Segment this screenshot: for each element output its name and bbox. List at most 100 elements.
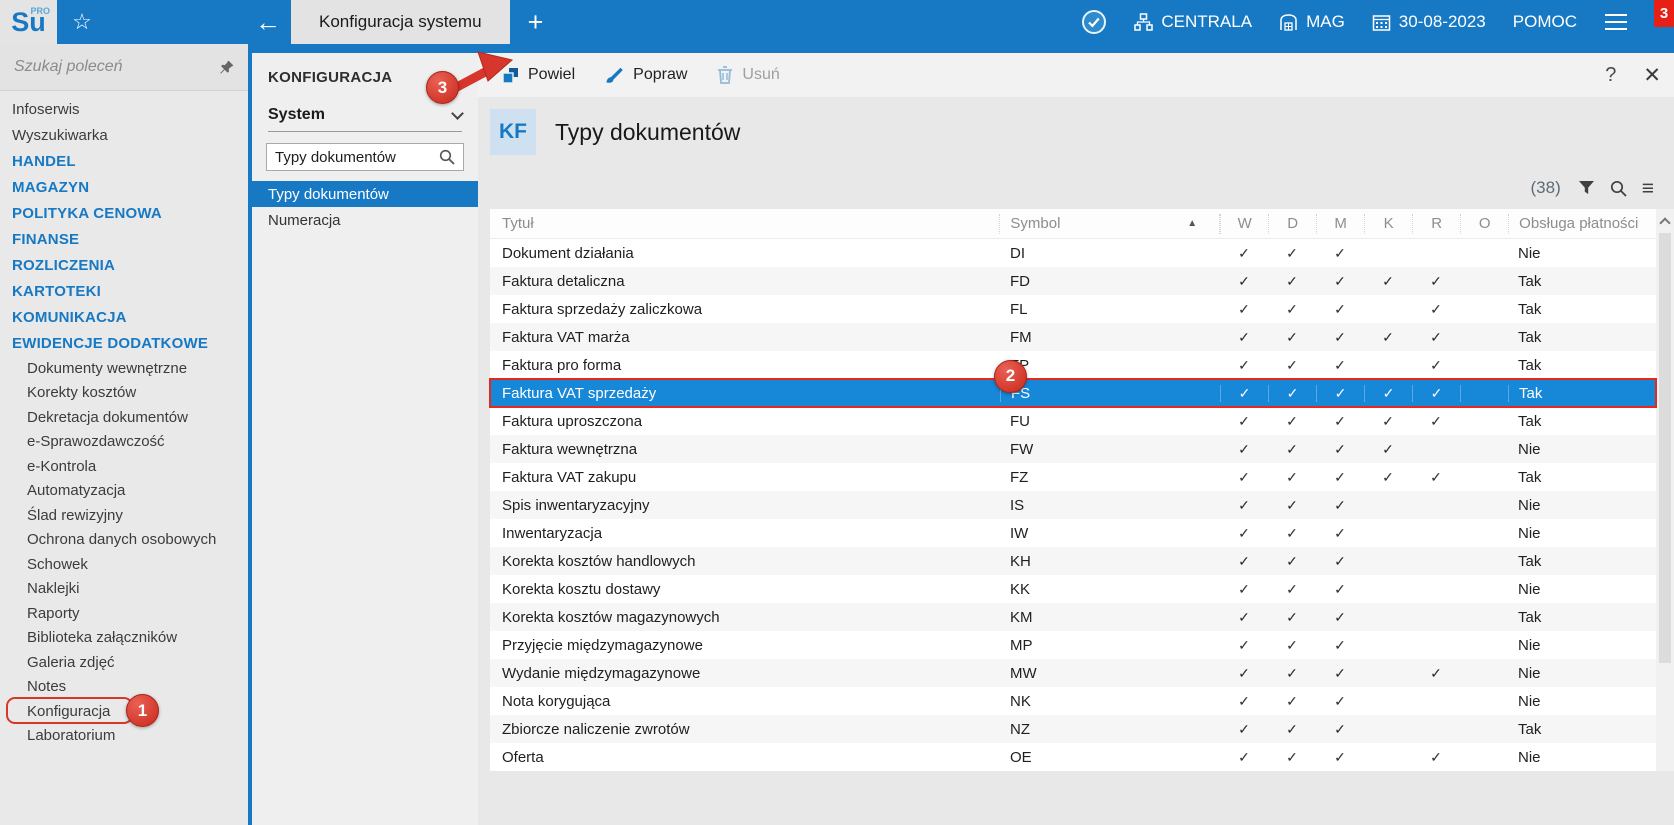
table-row[interactable]: Faktura sprzedaży zaliczkowa FL ✓ ✓ ✓ ✓ Tak [490,295,1656,323]
col-k[interactable]: K [1364,213,1412,234]
sidebar-item[interactable]: e-Sprawozdawczość [0,430,248,455]
sidebar-item[interactable]: KARTOTEKI [0,278,248,304]
new-tab-plus-icon[interactable]: + [510,0,562,44]
flag-cell: ✓ [1382,412,1394,429]
cell-title: Faktura VAT sprzedaży [502,384,657,402]
flag-cell: ✓ [1316,384,1364,402]
sidebar-item[interactable]: Biblioteka załączników [0,626,248,651]
table-row[interactable]: Nota korygująca NK ✓ ✓ ✓ Nie [490,687,1656,715]
config-list-item[interactable]: Numeracja [252,207,478,233]
col-payment[interactable]: Obsługa płatności [1508,213,1656,234]
warehouse-label: MAG [1306,12,1345,31]
table-row[interactable]: Faktura VAT marża FM ✓ ✓ ✓ ✓ ✓ Tak [490,323,1656,351]
sidebar-item[interactable]: Schowek [0,552,248,577]
flag-cell [1460,637,1508,654]
table-row[interactable]: Korekta kosztów handlowych KH ✓ ✓ ✓ Tak [490,547,1656,575]
sidebar-item[interactable]: HANDEL [0,148,248,174]
sidebar-item[interactable]: Raporty [0,601,248,626]
sidebar-item[interactable]: Ślad rewizyjny [0,503,248,528]
table-row[interactable]: Spis inwentaryzacyjny IS ✓ ✓ ✓ Nie [490,491,1656,519]
sidebar-item[interactable]: Infoserwis [0,96,248,122]
col-o[interactable]: O [1460,213,1508,234]
scrollbar-thumb[interactable] [1659,233,1671,663]
table-row[interactable]: Przyjęcie międzymagazynowe MP ✓ ✓ ✓ Nie [490,631,1656,659]
cell-payment: Tak [1508,384,1656,402]
cell-symbol: KH [1010,552,1031,570]
sidebar-item[interactable]: ROZLICZENIA [0,252,248,278]
active-tab[interactable]: Konfiguracja systemu [291,0,510,44]
sidebar-item[interactable]: Automatyzacja [0,479,248,504]
search-icon[interactable] [1610,180,1627,197]
flag-cell: ✓ [1286,300,1298,317]
back-arrow-icon[interactable]: ← [245,0,291,44]
sidebar-item[interactable]: Naklejki [0,577,248,602]
help-icon[interactable]: ? [1605,64,1616,87]
help-menu[interactable]: POMOC [1513,12,1577,32]
flag-cell [1364,637,1412,654]
table-row[interactable]: Faktura pro forma FP2 ✓ ✓ ✓ ✓ Tak [490,351,1656,393]
hamburger-menu-icon[interactable] [1604,13,1628,31]
flag-cell: ✓ [1286,272,1298,289]
sidebar-item[interactable]: Ochrona danych osobowych [0,528,248,553]
flag-cell [1460,357,1508,374]
col-r[interactable]: R [1412,213,1460,234]
table-row[interactable]: Korekta kosztów magazynowych KM ✓ ✓ ✓ Tak [490,603,1656,631]
scroll-up-icon[interactable] [1659,209,1671,233]
sync-check-icon[interactable] [1081,9,1107,35]
config-category-dropdown[interactable]: System [268,100,464,132]
command-search[interactable]: Szukaj poleceń [0,44,248,91]
pin-icon[interactable] [219,60,234,75]
app-logo[interactable]: Su PRO [0,0,57,44]
table-row[interactable]: Faktura VAT sprzedaży FS ✓ ✓ ✓ ✓ ✓ Tak [489,378,1657,408]
table-row[interactable]: Inwentaryzacja IW ✓ ✓ ✓ Nie [490,519,1656,547]
flag-cell [1460,301,1508,318]
list-options-icon[interactable]: ≡ [1642,178,1654,199]
branch-selector[interactable]: CENTRALA [1134,12,1252,32]
close-icon[interactable]: ✕ [1643,63,1661,88]
sidebar-item[interactable]: MAGAZYN [0,174,248,200]
vertical-scrollbar[interactable] [1656,209,1674,771]
table-row[interactable]: Faktura detaliczna FD ✓ ✓ ✓ ✓ ✓ Tak [490,267,1656,295]
table-row[interactable]: Oferta OE ✓ ✓ ✓ ✓ Nie [490,743,1656,771]
col-d[interactable]: D [1268,213,1316,234]
sidebar-item[interactable]: FINANSE [0,226,248,252]
flag-cell: ✓ [1238,244,1250,261]
sidebar-item[interactable]: POLITYKA CENOWA [0,200,248,226]
cell-title: Korekta kosztów magazynowych [502,608,720,626]
notification-badge[interactable]: 3 [1654,0,1674,27]
table-row[interactable]: Zbiorcze naliczenie zwrotów NZ ✓ ✓ ✓ Tak [490,715,1656,743]
col-w[interactable]: W [1220,213,1268,234]
sidebar-item[interactable]: EWIDENCJE DODATKOWE [0,330,248,356]
sidebar-item[interactable]: Wyszukiwarka [0,122,248,148]
flag-cell: ✓ [1334,720,1346,737]
cell-symbol: KM [1010,608,1033,626]
sidebar-item[interactable]: Dokumenty wewnętrzne [0,356,248,381]
sidebar-item[interactable]: Notes [0,675,248,700]
sidebar-item[interactable]: Korekty kosztów [0,381,248,406]
cell-flags: ✓ ✓ ✓ ✓ [1220,665,1508,682]
flag-cell: ✓ [1286,524,1298,541]
config-list-item[interactable]: Typy dokumentów [252,181,478,207]
sidebar-item[interactable]: KOMUNIKACJA [0,304,248,330]
table-row[interactable]: Faktura VAT zakupu FZ ✓ ✓ ✓ ✓ ✓ Tak [490,463,1656,491]
favorites-star-icon[interactable]: ☆ [57,0,107,44]
edit-button[interactable]: Popraw [605,66,687,84]
config-search-input[interactable]: Typy dokumentów [266,143,464,171]
delete-button[interactable]: Usuń [717,66,780,84]
table-row[interactable]: Korekta kosztu dostawy KK ✓ ✓ ✓ Nie [490,575,1656,603]
table-row[interactable]: Faktura uproszczona FU ✓ ✓ ✓ ✓ ✓ Tak [490,407,1656,435]
table-row[interactable]: Faktura wewnętrzna FW ✓ ✓ ✓ ✓ Nie [490,435,1656,463]
table-row[interactable]: Wydanie międzymagazynowe MW ✓ ✓ ✓ ✓ Nie [490,659,1656,687]
filter-icon[interactable] [1578,180,1595,196]
sidebar-item[interactable]: e-Kontrola [0,454,248,479]
warehouse-selector[interactable]: MAG [1279,12,1345,32]
sidebar-item[interactable]: Galeria zdjęć [0,650,248,675]
sidebar-item[interactable]: Dekretacja dokumentów [0,405,248,430]
col-symbol[interactable]: Symbol ▲ [999,213,1219,234]
sidebar-item[interactable]: Laboratorium [0,724,248,749]
col-title[interactable]: Tytuł [490,214,999,234]
date-selector[interactable]: 30-08-2023 [1372,12,1486,32]
table-row[interactable]: Dokument działania DI ✓ ✓ ✓ Nie [490,239,1656,267]
cell-payment: Nie [1518,692,1541,710]
col-m[interactable]: M [1316,213,1364,234]
